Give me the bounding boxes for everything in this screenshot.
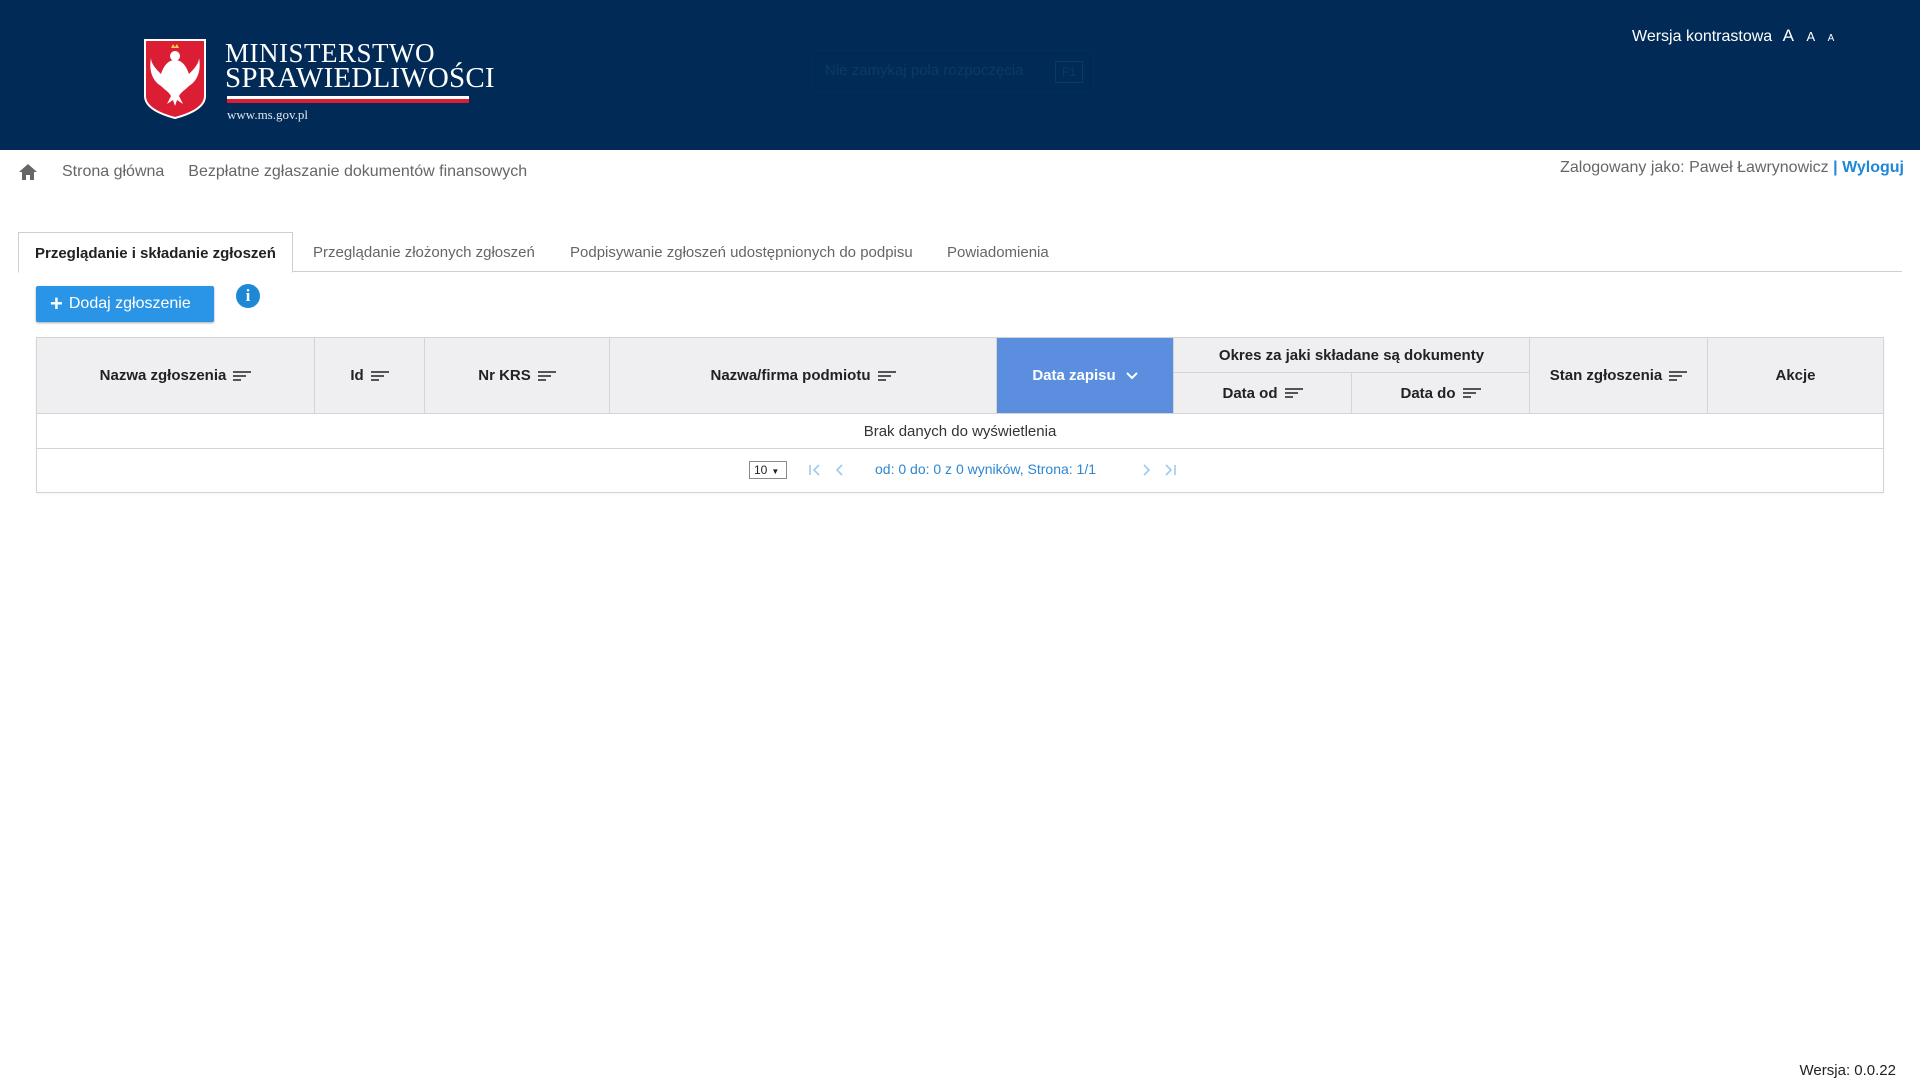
column-header-krs-label: Nr KRS: [478, 367, 531, 384]
sort-icon: [1462, 388, 1481, 398]
app-header: MINISTERSTWO SPRAWIEDLIWOŚCI www.ms.gov.…: [0, 0, 1920, 150]
column-header-id[interactable]: Id: [315, 338, 425, 414]
font-size-large-button[interactable]: A: [1783, 26, 1794, 45]
app-version: Wersja: 0.0.22: [1799, 1062, 1896, 1079]
previous-page-icon[interactable]: [833, 463, 847, 477]
logged-in-as: Zalogowany jako: Paweł Ławrynowicz: [1560, 159, 1829, 176]
font-size-small-button[interactable]: A: [1828, 33, 1835, 44]
last-page-icon[interactable]: [1163, 463, 1177, 477]
tab-browse-and-submit[interactable]: Przeglądanie i składanie zgłoszeń: [18, 232, 293, 273]
chevron-down-icon: [1125, 371, 1138, 379]
empty-message: Brak danych do wyświetlenia: [37, 414, 1883, 449]
sort-icon: [1669, 370, 1688, 381]
column-header-id-label: Id: [350, 367, 364, 384]
breadcrumb-current[interactable]: Bezpłatne zgłaszanie dokumentów finansow…: [188, 163, 527, 181]
column-header-saved-date[interactable]: Data zapisu: [997, 338, 1174, 414]
column-header-entity-label: Nazwa/firma podmiotu: [710, 367, 871, 384]
tab-notifications[interactable]: Powiadomienia: [947, 232, 1049, 272]
next-page-icon[interactable]: [1139, 463, 1153, 477]
paginator: 10 ▼ od: 0 do: 0 z 0 wyników, Strona: 1/1: [37, 449, 1883, 492]
sort-icon: [370, 370, 389, 381]
breadcrumb: Strona główna Bezpłatne zgłaszanie dokum…: [18, 160, 551, 184]
column-header-date-to-label: Data do: [1400, 384, 1456, 402]
logo-line-2: SPRAWIEDLIWOŚCI: [225, 62, 495, 94]
dropdown-arrow-icon: ▼: [771, 467, 780, 476]
faint-header-field: Nie zamykaj pola rozpoczęcia F1: [812, 50, 1094, 92]
tab-submitted[interactable]: Przeglądanie złożonych zgłoszeń: [313, 232, 535, 272]
column-header-name-label: Nazwa zgłoszenia: [99, 367, 227, 384]
column-header-krs[interactable]: Nr KRS: [425, 338, 610, 414]
add-submission-label: Dodaj zgłoszenie: [68, 295, 191, 312]
submissions-table: Nazwa zgłoszenia Id Nr KRS Nazwa/firma p…: [36, 337, 1884, 493]
first-page-icon[interactable]: [808, 463, 822, 477]
tab-bar: Przeglądanie i składanie zgłoszeń Przegl…: [18, 232, 1902, 273]
sort-icon: [233, 370, 252, 381]
column-header-name[interactable]: Nazwa zgłoszenia: [37, 338, 315, 414]
tab-signing[interactable]: Podpisywanie zgłoszeń udostępnionych do …: [570, 232, 913, 272]
column-header-actions-label: Akcje: [1775, 367, 1816, 384]
logo-flag-stripes: [227, 96, 469, 103]
column-group-period: Okres za jaki składane są dokumenty: [1174, 338, 1530, 373]
sort-icon: [877, 370, 896, 381]
user-info: Zalogowany jako: Paweł Ławrynowicz | Wyl…: [1560, 159, 1904, 177]
info-icon[interactable]: i: [236, 284, 260, 308]
font-size-medium-button[interactable]: A: [1806, 29, 1815, 44]
column-header-date-from[interactable]: Data od: [1174, 373, 1352, 414]
faint-header-key: F1: [1055, 61, 1083, 83]
home-icon[interactable]: [18, 163, 38, 181]
logout-link[interactable]: Wyloguj: [1842, 159, 1904, 176]
rows-per-page-select[interactable]: 10 ▼: [749, 461, 787, 479]
column-header-entity[interactable]: Nazwa/firma podmiotu: [610, 338, 997, 414]
column-header-saved-date-label: Data zapisu: [1032, 367, 1116, 384]
logo-url: www.ms.gov.pl: [227, 107, 309, 122]
rows-per-page-value: 10: [754, 463, 768, 477]
column-header-date-from-label: Data od: [1222, 384, 1278, 402]
column-group-period-label: Okres za jaki składane są dokumenty: [1218, 346, 1485, 364]
page-report: od: 0 do: 0 z 0 wyników, Strona: 1/1: [875, 461, 1097, 477]
sort-icon: [1284, 388, 1303, 398]
accessibility-controls: Wersja kontrastowa A A A: [1632, 26, 1834, 46]
contrast-version-link[interactable]: Wersja kontrastowa: [1632, 28, 1772, 45]
plus-icon: +: [50, 291, 63, 316]
column-header-status[interactable]: Stan zgłoszenia: [1530, 338, 1708, 414]
polish-eagle-emblem-icon: [144, 39, 206, 120]
column-header-date-to[interactable]: Data do: [1352, 373, 1530, 414]
add-submission-button[interactable]: + Dodaj zgłoszenie: [36, 286, 214, 322]
ministry-logo[interactable]: MINISTERSTWO SPRAWIEDLIWOŚCI www.ms.gov.…: [143, 38, 495, 128]
column-header-status-label: Stan zgłoszenia: [1549, 367, 1663, 384]
column-header-actions: Akcje: [1708, 338, 1883, 414]
logout-separator: |: [1833, 159, 1838, 176]
sort-icon: [537, 370, 556, 381]
faint-header-text: Nie zamykaj pola rozpoczęcia: [825, 62, 1024, 79]
breadcrumb-home[interactable]: Strona główna: [62, 163, 164, 181]
